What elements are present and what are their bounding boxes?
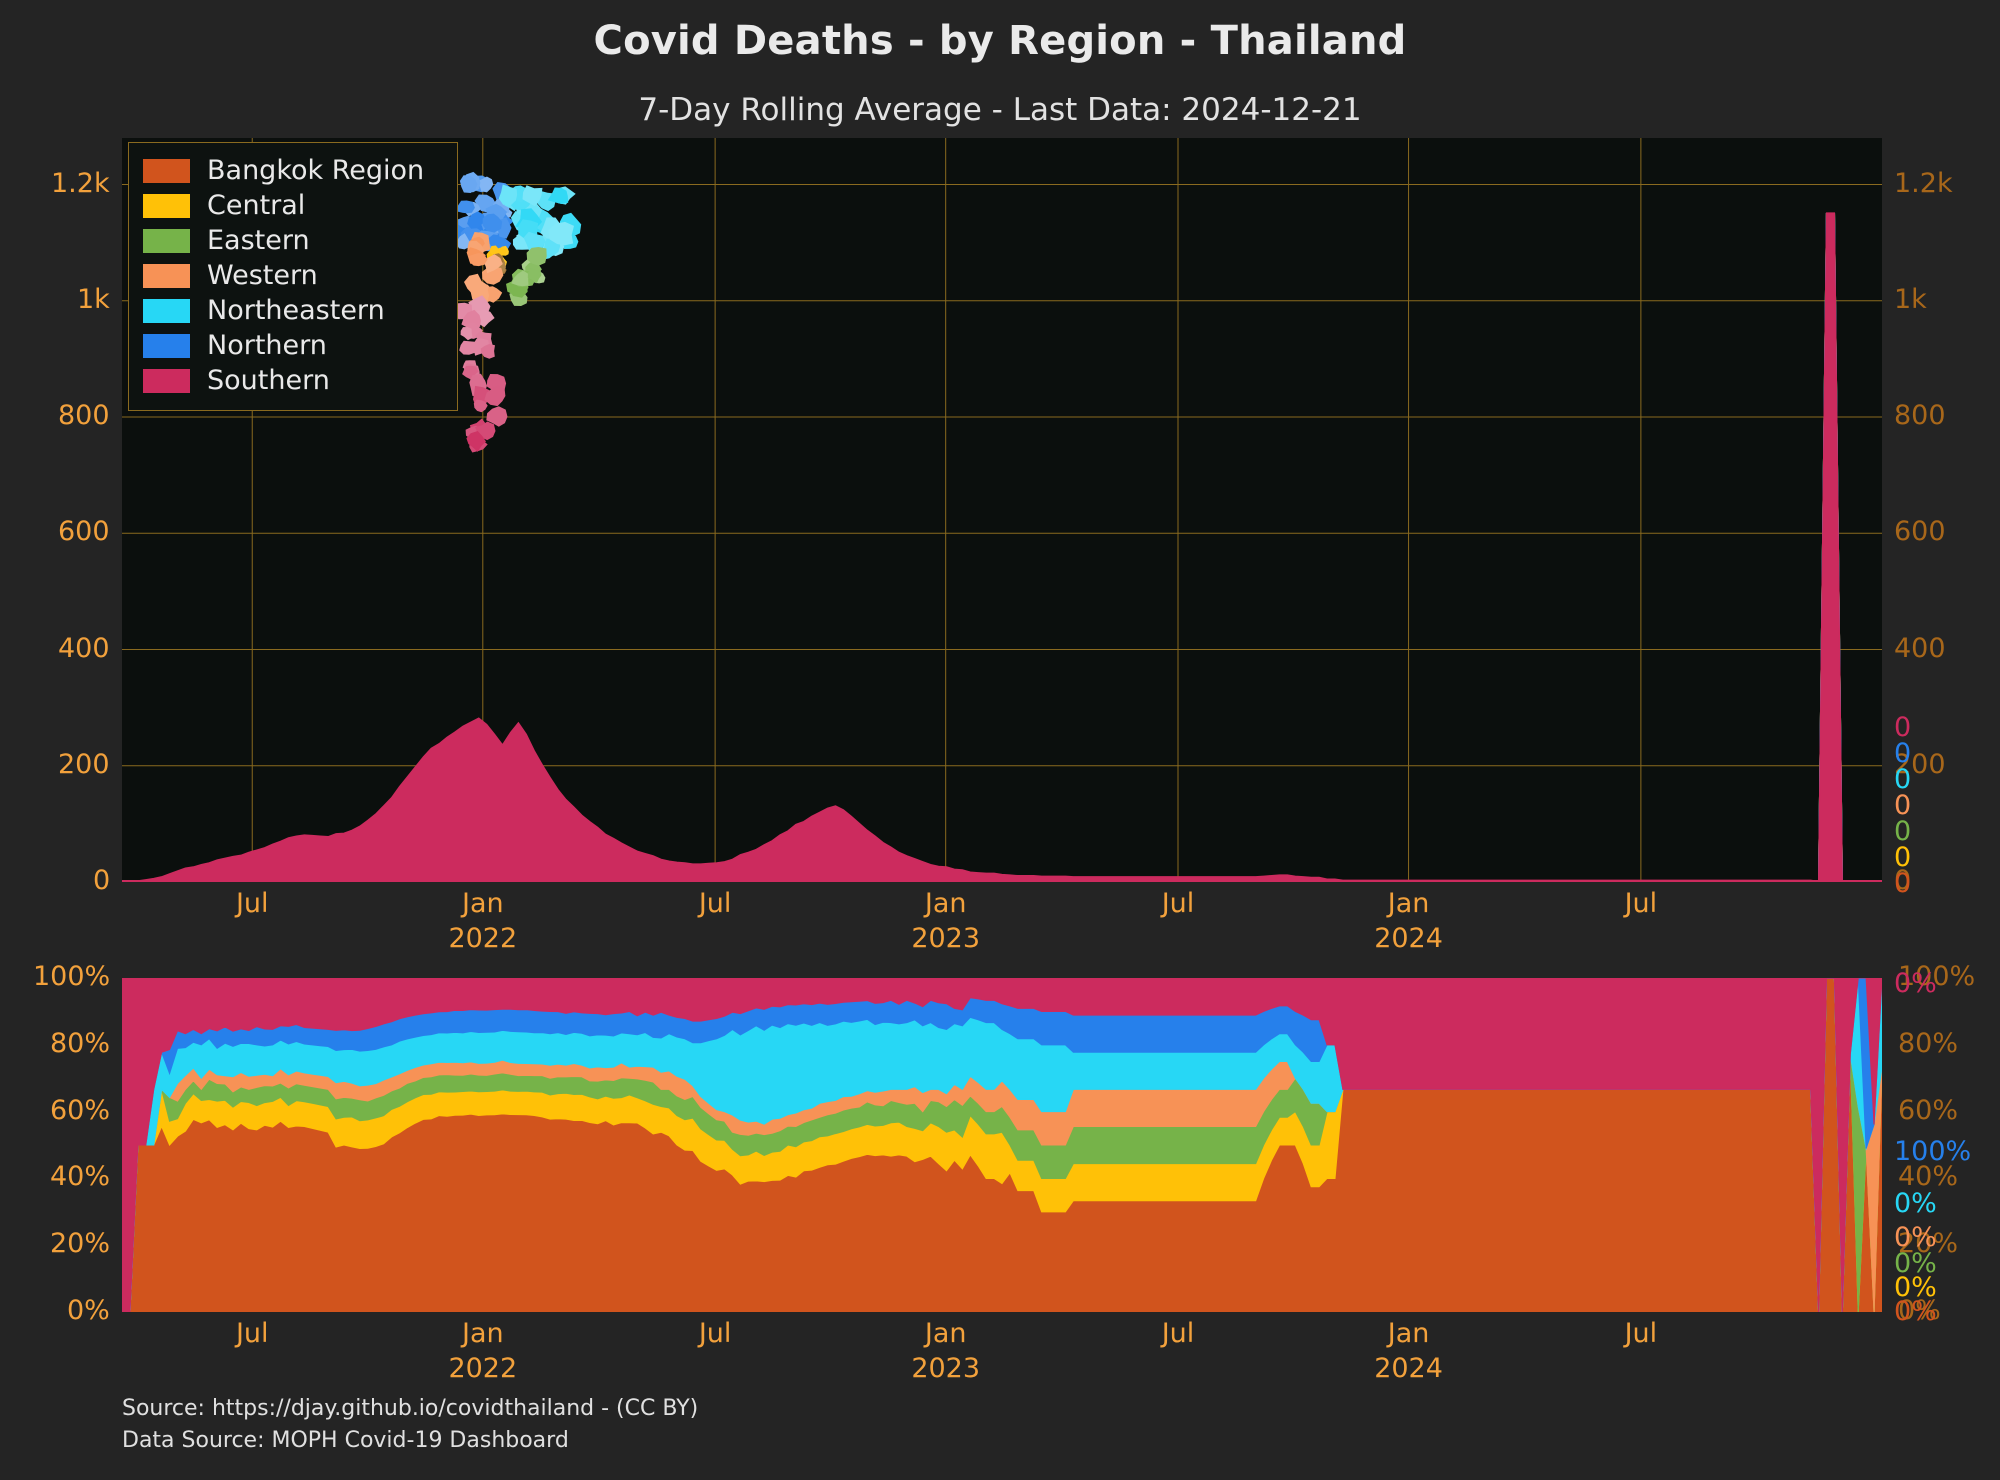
pct-y-tick-right-80%: 80% [1898,1027,1959,1059]
credit-line-2: Data Source: MOPH Covid-19 Dashboard [122,1427,569,1453]
main-y-tick-800: 800 [58,400,110,431]
percent-chart-svg [122,978,1882,1312]
x-year: 2023 [911,1353,981,1384]
pct-x-tick-3: Jan 2023 [886,1318,1006,1384]
x-month: Jul [698,888,732,919]
legend-swatch-icon-4 [143,298,190,323]
legend-swatch-icon-5 [143,333,190,358]
x-month: Jul [1624,1318,1658,1349]
legend-item-5[interactable]: Northern [143,328,443,363]
legend-swatch-icon-3 [143,263,190,288]
x-month: Jul [1624,888,1658,919]
x-year: 2023 [911,923,981,954]
pct-y-tick-40%: 40% [50,1161,111,1193]
x-month: Jan [461,888,504,919]
legend-swatch-icon-1 [143,193,190,218]
main-x-tick-0: Jul [192,888,312,919]
legend-item-1[interactable]: Central [143,188,443,223]
x-month: Jan [924,1318,967,1349]
percent-chart-panel [122,978,1882,1312]
main-y-tick-200: 200 [58,748,110,780]
pct-y-tick-right-60%: 60% [1898,1094,1959,1126]
x-month: Jan [924,888,967,919]
legend-label-2: Eastern [207,225,310,256]
thailand-region-map [443,168,613,468]
x-month: Jan [461,1318,504,1349]
pct-x-tick-4: Jul [1118,1318,1238,1349]
x-year: 2024 [1374,923,1443,954]
legend-item-2[interactable]: Eastern [143,223,443,258]
x-year: 2022 [448,1353,518,1384]
main-x-tick-1: Jan 2022 [423,888,543,954]
legend-label-4: Northeastern [207,295,385,326]
x-month: Jan [1387,1318,1430,1349]
source-credit: Source: https://djay.github.io/covidthai… [122,1393,698,1457]
page-title: Covid Deaths - by Region - Thailand [593,18,1407,64]
pct-x-tick-2: Jul [655,1318,775,1349]
main-end-value-6: 0 [1894,868,1912,899]
legend-item-3[interactable]: Western [143,258,443,293]
main-y-tick-right-800: 800 [1894,400,1946,431]
legend-item-6[interactable]: Southern [143,363,443,398]
pct-x-tick-0: Jul [192,1318,312,1349]
main-y-tick-1.2k: 1.2k [51,167,110,199]
pct-x-tick-6: Jul [1581,1318,1701,1349]
main-y-tick-right-1.2k: 1.2k [1894,167,1953,199]
main-x-tick-4: Jul [1118,888,1238,919]
pct-end-value-1: 100% [1894,1136,1972,1167]
main-x-tick-2: Jul [655,888,775,919]
pct-y-tick-60%: 60% [50,1094,111,1126]
x-year: 2022 [448,923,518,954]
legend: Bangkok Region Central Eastern Western N… [128,142,458,411]
page-subtitle: 7-Day Rolling Average - Last Data: 2024-… [638,92,1362,128]
pct-y-tick-100%: 100% [33,961,111,992]
main-y-tick-right-1k: 1k [1894,283,1927,315]
pct-x-tick-1: Jan 2022 [423,1318,543,1384]
legend-label-6: Southern [207,365,330,396]
credit-line-1: Source: https://djay.github.io/covidthai… [122,1396,699,1421]
main-y-tick-600: 600 [58,516,110,548]
chart-page: Covid Deaths - by Region - Thailand 7-Da… [0,0,2000,1480]
pct-y-tick-0%: 0% [67,1295,110,1326]
legend-swatch-icon-6 [143,368,190,393]
main-x-tick-3: Jan 2023 [886,888,1006,954]
legend-item-0[interactable]: Bangkok Region [143,153,443,188]
x-month: Jan [1387,888,1430,919]
legend-label-0: Bangkok Region [207,155,425,186]
main-y-tick-400: 400 [58,632,110,664]
legend-swatch-icon-2 [143,228,190,253]
x-year: 2024 [1374,1353,1443,1384]
legend-swatch-icon-0 [143,158,190,183]
legend-label-3: Western [207,260,318,291]
main-x-tick-5: Jan 2024 [1349,888,1469,954]
x-month: Jul [235,1318,269,1349]
pct-end-value-0: 0% [1894,968,1937,999]
pct-x-tick-5: Jan 2024 [1349,1318,1469,1384]
main-y-tick-right-400: 400 [1894,632,1946,664]
x-month: Jul [1161,1318,1195,1349]
x-month: Jul [235,888,269,919]
main-x-tick-6: Jul [1581,888,1701,919]
legend-item-4[interactable]: Northeastern [143,293,443,328]
map-svg [449,171,582,453]
main-y-tick-0: 0 [93,865,111,896]
pct-end-value-2: 0% [1894,1188,1937,1219]
pct-y-tick-80%: 80% [50,1027,111,1059]
legend-label-5: Northern [207,330,327,361]
pct-end-value-6: 0% [1894,1296,1937,1327]
main-y-tick-1k: 1k [77,283,110,315]
pct-y-tick-20%: 20% [50,1228,111,1260]
x-month: Jul [698,1318,732,1349]
legend-label-1: Central [207,190,306,221]
x-month: Jul [1161,888,1195,919]
main-y-tick-right-600: 600 [1894,516,1946,548]
